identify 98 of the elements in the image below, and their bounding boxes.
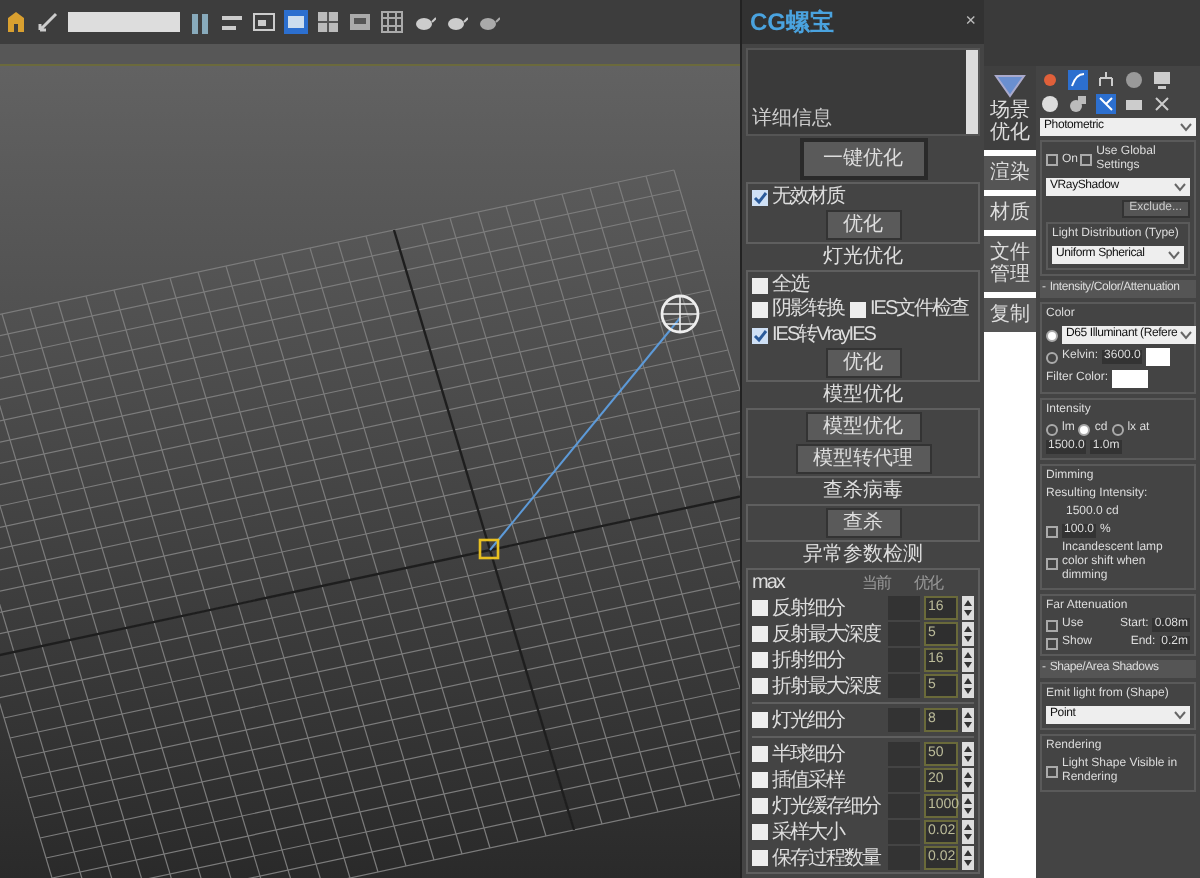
chevron-down-icon — [1179, 330, 1192, 340]
checkbox[interactable] — [752, 189, 768, 205]
align-icon[interactable] — [220, 10, 244, 34]
checkbox[interactable] — [1046, 525, 1058, 537]
bars-icon[interactable] — [188, 10, 212, 34]
checkbox[interactable] — [752, 600, 768, 616]
current-value-field — [888, 846, 920, 870]
model-button[interactable]: 模型优化 — [805, 412, 921, 442]
param-label: 反射细分 — [772, 597, 847, 619]
checkbox[interactable] — [1046, 619, 1058, 631]
checkbox[interactable] — [752, 746, 768, 762]
sphere-icon[interactable] — [1124, 70, 1144, 90]
info-label: 详细信息 — [750, 106, 834, 134]
spinner-arrows-icon[interactable] — [962, 846, 974, 870]
chevron-down-icon — [1168, 250, 1180, 260]
checkbox[interactable] — [752, 277, 768, 293]
checkbox[interactable] — [1046, 637, 1058, 649]
param-label: 半球细分 — [772, 743, 847, 765]
chevron-down-icon — [1174, 710, 1186, 720]
param-label: 灯光细分 — [772, 709, 847, 731]
checkbox[interactable] — [1046, 766, 1058, 778]
checkbox[interactable] — [752, 301, 768, 317]
spinner-arrows-icon[interactable] — [962, 768, 974, 792]
checkbox[interactable] — [752, 652, 768, 668]
checkbox[interactable] — [752, 850, 768, 866]
optimize-button[interactable]: 优化 — [825, 348, 901, 378]
model-button[interactable]: 模型转代理 — [795, 444, 931, 474]
checkbox[interactable] — [850, 301, 866, 317]
side-tab[interactable]: 材质 — [984, 196, 1036, 230]
checkbox[interactable] — [752, 824, 768, 840]
arrow-icon[interactable] — [36, 10, 60, 34]
checkbox[interactable] — [1080, 154, 1093, 166]
light-drawing[interactable] — [478, 294, 700, 560]
section-title: 模型优化 — [823, 384, 903, 406]
chevron-down-icon — [1174, 182, 1186, 192]
radio-button[interactable] — [1046, 329, 1058, 341]
optimize-button[interactable]: 一键优化 — [799, 138, 927, 180]
checkbox[interactable] — [1046, 557, 1058, 569]
spinner-arrows-icon[interactable] — [962, 648, 974, 672]
color-swatch[interactable] — [1146, 348, 1171, 366]
column-header: 当前 — [862, 572, 893, 594]
param-label: 反射最大深度 — [772, 623, 883, 645]
spinner-arrows-icon[interactable] — [962, 674, 974, 698]
section-title: 灯光优化 — [823, 246, 903, 268]
monitor-icon[interactable] — [1152, 70, 1172, 90]
close-button[interactable]: × — [965, 8, 976, 36]
param-label: 保存过程数量 — [772, 847, 883, 869]
checkbox-label: IES转VrayIES — [772, 324, 875, 346]
chevron-down-icon — [1180, 122, 1192, 132]
checkbox[interactable] — [752, 798, 768, 814]
spinner-arrows-icon[interactable] — [962, 708, 974, 732]
checkbox[interactable] — [752, 772, 768, 788]
spinner-arrows-icon[interactable] — [962, 742, 974, 766]
radio-button[interactable] — [1046, 351, 1058, 363]
param-label: 灯光缓存细分 — [772, 795, 883, 817]
sphere-icon[interactable] — [1040, 94, 1060, 114]
shapes-icon[interactable] — [1068, 94, 1088, 114]
param-label: 插值采样 — [772, 769, 847, 791]
spinner-arrows-icon[interactable] — [962, 622, 974, 646]
checkbox[interactable] — [752, 327, 768, 343]
param-label: 采样大小 — [772, 821, 847, 843]
hierarchy-icon[interactable] — [1096, 70, 1116, 90]
grid-icon[interactable] — [316, 10, 340, 34]
house-icon[interactable] — [4, 10, 28, 34]
window-icon[interactable] — [348, 10, 372, 34]
checkbox[interactable] — [752, 626, 768, 642]
side-tab[interactable]: 复制 — [984, 298, 1036, 332]
scrollbar[interactable] — [966, 50, 978, 134]
spinner-arrows-icon[interactable] — [962, 794, 974, 818]
spinner-arrows-icon[interactable] — [962, 820, 974, 844]
side-tab[interactable]: 渲染 — [984, 156, 1036, 190]
radio-button[interactable] — [1111, 423, 1124, 435]
checkbox-label: IES文件检查 — [870, 298, 969, 320]
checkbox[interactable] — [752, 678, 768, 694]
checkbox-label: 阴影转换 — [772, 298, 844, 320]
plugin-logo: CG螺宝 — [750, 6, 834, 40]
curve-icon[interactable] — [1068, 70, 1088, 90]
side-tab[interactable]: 场景优化 — [984, 66, 1036, 150]
checkbox-label: 无效材质 — [772, 186, 844, 208]
checkbox[interactable] — [752, 712, 768, 728]
optimize-button[interactable]: 优化 — [825, 210, 901, 240]
window-icon[interactable] — [252, 10, 276, 34]
section-title: 异常参数检测 — [803, 544, 923, 566]
color-swatch[interactable] — [1112, 370, 1149, 388]
column-header: 优化 — [914, 572, 945, 594]
window-icon[interactable] — [284, 10, 308, 34]
radio-button[interactable] — [1078, 423, 1091, 435]
radio-button[interactable] — [1046, 423, 1058, 435]
checkbox-label: 全选 — [772, 274, 808, 296]
section-title: 查杀病毒 — [823, 480, 903, 502]
side-tab[interactable]: 文件管理 — [984, 236, 1036, 292]
param-label: 折射最大深度 — [772, 675, 883, 697]
spinner-arrows-icon[interactable] — [962, 596, 974, 620]
grid-icon[interactable] — [380, 10, 404, 34]
checkbox[interactable] — [1046, 154, 1058, 166]
scan-button[interactable]: 查杀 — [825, 508, 901, 538]
column-header: max — [752, 572, 787, 594]
param-label: 折射细分 — [772, 649, 847, 671]
